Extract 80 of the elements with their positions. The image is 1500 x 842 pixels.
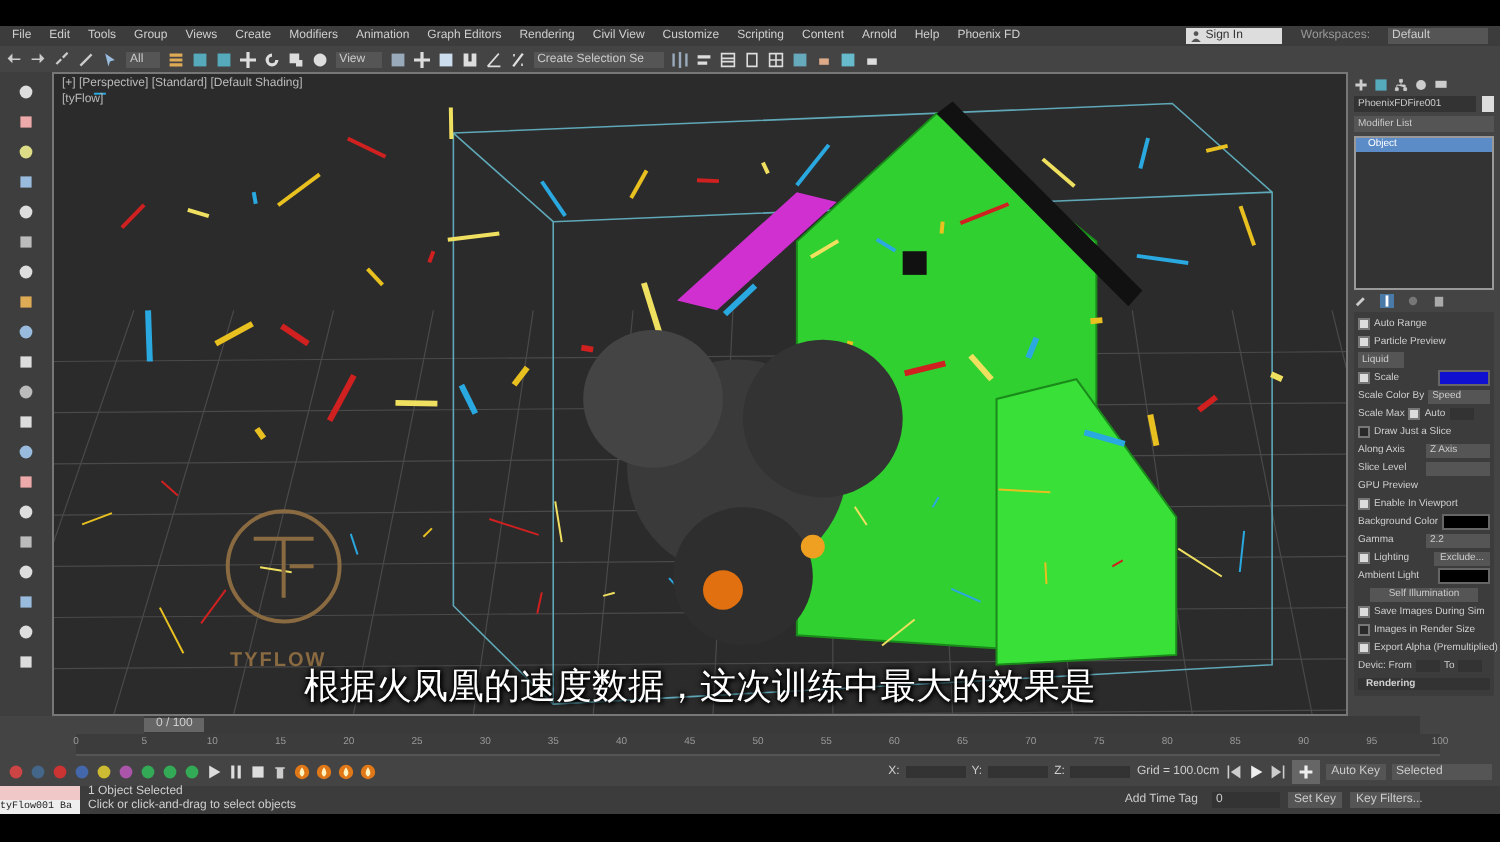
box-icon[interactable] — [18, 354, 34, 370]
circle-icon[interactable] — [140, 763, 156, 779]
align-icon[interactable] — [695, 51, 712, 67]
checkbox[interactable] — [1358, 372, 1370, 384]
checkbox[interactable] — [1358, 426, 1370, 438]
color-swatch[interactable] — [1442, 514, 1490, 530]
square-icon[interactable] — [437, 51, 454, 67]
checkbox[interactable] — [1358, 606, 1370, 618]
redo-icon[interactable] — [30, 51, 46, 67]
angle-icon[interactable] — [485, 51, 502, 67]
grid-icon[interactable] — [767, 51, 784, 67]
circle-icon[interactable] — [96, 763, 112, 779]
box-icon[interactable] — [18, 474, 34, 490]
box-icon[interactable] — [18, 594, 34, 610]
move-icon[interactable] — [413, 51, 430, 67]
sphere-icon[interactable] — [18, 204, 34, 220]
link-icon[interactable] — [54, 51, 70, 67]
sphere-icon[interactable] — [18, 264, 34, 280]
cursor-icon[interactable] — [102, 51, 118, 67]
sphere-icon[interactable] — [18, 624, 34, 640]
trash-icon[interactable] — [272, 763, 288, 779]
checkbox[interactable] — [1358, 318, 1370, 330]
stop-icon[interactable] — [250, 763, 266, 779]
magnet-icon[interactable] — [461, 51, 478, 67]
sphere-icon[interactable] — [18, 504, 34, 520]
panel-icon[interactable] — [743, 51, 760, 67]
skip-start-icon[interactable] — [1225, 763, 1242, 779]
play-icon[interactable] — [1247, 763, 1264, 779]
box-icon[interactable] — [18, 114, 34, 130]
box-icon[interactable] — [18, 534, 34, 550]
trash-icon[interactable] — [1432, 294, 1446, 308]
play-icon[interactable] — [206, 763, 222, 779]
hierarchy-icon[interactable] — [1394, 78, 1408, 92]
object-color-swatch[interactable] — [1482, 96, 1494, 112]
undo-icon[interactable] — [6, 51, 22, 67]
box-icon[interactable] — [18, 234, 34, 250]
logo-icon — [225, 509, 342, 624]
checkbox[interactable] — [1358, 642, 1370, 654]
sphere-icon[interactable] — [18, 144, 34, 160]
box-icon[interactable] — [18, 414, 34, 430]
pin-icon[interactable] — [1354, 294, 1368, 308]
checkbox[interactable] — [1358, 336, 1370, 348]
sphere-icon[interactable] — [18, 564, 34, 580]
box-icon[interactable] — [18, 654, 34, 670]
color-swatch[interactable] — [1438, 370, 1490, 386]
box-icon[interactable] — [18, 174, 34, 190]
rotate-icon[interactable] — [263, 51, 280, 67]
list-icon[interactable] — [167, 51, 184, 67]
color-swatch[interactable] — [1438, 568, 1490, 584]
fire-icon[interactable] — [360, 763, 376, 779]
box-icon[interactable] — [18, 294, 34, 310]
option-field[interactable] — [1426, 461, 1490, 475]
move-icon[interactable] — [239, 51, 256, 67]
scale-icon[interactable] — [287, 51, 304, 67]
fire-icon[interactable] — [338, 763, 354, 779]
unlink-icon[interactable] — [78, 51, 94, 67]
checkbox[interactable] — [1358, 624, 1370, 636]
create-icon[interactable] — [1354, 78, 1368, 92]
circle-icon[interactable] — [162, 763, 178, 779]
pause-icon[interactable] — [228, 763, 244, 779]
table-icon[interactable] — [719, 51, 736, 67]
skip-end-icon[interactable] — [1269, 763, 1286, 779]
sphere-icon[interactable] — [18, 324, 34, 340]
bar-icon[interactable] — [1380, 294, 1394, 308]
checkbox[interactable] — [1358, 498, 1370, 510]
add-key-button[interactable] — [1291, 759, 1320, 783]
plus-icon — [1297, 763, 1314, 779]
fire-icon[interactable] — [316, 763, 332, 779]
mirror-icon[interactable] — [671, 51, 688, 67]
fire-icon[interactable] — [294, 763, 310, 779]
user-icon — [1189, 30, 1202, 42]
circle-icon[interactable] — [184, 763, 200, 779]
sphere-icon[interactable] — [18, 384, 34, 400]
listener-field[interactable] — [0, 786, 80, 800]
sphere-icon[interactable] — [18, 84, 34, 100]
checkbox[interactable] — [1408, 408, 1421, 420]
sphere-icon[interactable] — [18, 444, 34, 460]
percent-icon[interactable] — [509, 51, 526, 67]
circle-icon[interactable] — [1414, 78, 1428, 92]
checkbox[interactable] — [1358, 552, 1370, 564]
